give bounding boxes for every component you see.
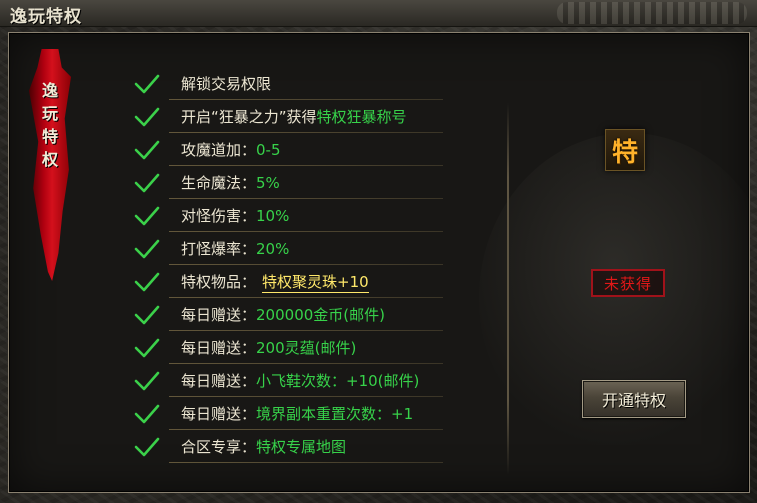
privilege-value: 5%: [256, 173, 280, 192]
privilege-value: 20%: [256, 239, 290, 258]
privilege-row: 攻魔道加： 0-5: [133, 133, 443, 166]
privilege-badge: 特: [605, 129, 645, 171]
privilege-row: 每日赠送： 200灵蕴(邮件): [133, 331, 443, 364]
checkmark-icon: [133, 337, 161, 359]
privilege-row: 对怪伤害： 10%: [133, 199, 443, 232]
privilege-value: 10%: [256, 206, 290, 225]
checkmark-icon: [133, 304, 161, 326]
privilege-value: 200灵蕴(邮件): [256, 339, 357, 357]
privilege-label: 打怪爆率：: [181, 240, 257, 258]
privilege-label: 生命魔法：: [181, 174, 257, 192]
privilege-label: 解锁交易权限: [181, 75, 272, 93]
checkmark-icon: [133, 370, 161, 392]
dragon-ornament: [557, 2, 747, 24]
privilege-row: 每日赠送： 境界副本重置次数：+1: [133, 397, 443, 430]
checkmark-icon: [133, 205, 161, 227]
checkmark-icon: [133, 106, 161, 128]
privilege-label: 每日赠送：: [181, 372, 257, 390]
badge-glyph: 特: [611, 137, 638, 168]
title-bar: 逸玩特权: [0, 0, 757, 27]
privilege-value: 小飞鞋次数：+10(邮件): [256, 372, 420, 390]
privilege-label: 对怪伤害：: [181, 207, 257, 225]
privilege-value: 境界副本重置次数：+1: [256, 405, 414, 423]
privilege-value: 0-5: [256, 140, 281, 159]
checkmark-icon: [133, 139, 161, 161]
checkmark-icon: [133, 73, 161, 95]
privilege-panel: 逸玩特权 解锁交易权限 开启“狂暴之力”获得 特权狂暴称号 攻魔道加： 0-5 生命魔法：…: [8, 32, 750, 493]
privilege-value: 200000金币(邮件): [256, 306, 385, 324]
banner-text: 逸玩特权: [41, 81, 58, 169]
open-privilege-button[interactable]: 开通特权: [582, 380, 686, 418]
privilege-row: 每日赠送： 200000金币(邮件): [133, 298, 443, 331]
privilege-row: 每日赠送： 小飞鞋次数：+10(邮件): [133, 364, 443, 397]
privilege-label: 开启“狂暴之力”获得: [181, 108, 317, 126]
checkmark-icon: [133, 172, 161, 194]
privilege-label: 合区专享：: [181, 438, 257, 456]
privilege-row: 打怪爆率： 20%: [133, 232, 443, 265]
privilege-label: 攻魔道加：: [181, 141, 257, 159]
privilege-row: 特权物品： 特权聚灵珠+10: [133, 265, 443, 298]
privilege-row: 生命魔法： 5%: [133, 166, 443, 199]
privilege-value: 特权专属地图: [256, 438, 347, 456]
status-not-obtained: 未获得: [591, 269, 665, 297]
checkmark-icon: [133, 403, 161, 425]
privilege-label: 每日赠送：: [181, 306, 257, 324]
privilege-value: 特权狂暴称号: [316, 108, 407, 126]
checkmark-icon: [133, 271, 161, 293]
checkmark-icon: [133, 238, 161, 260]
privilege-row: 合区专享： 特权专属地图: [133, 430, 443, 463]
privilege-window: 逸玩特权 逸玩特权 解锁交易权限 开启“狂暴之力”获得 特权狂暴称号 攻魔道加： 0-5…: [0, 0, 757, 503]
privilege-label: 特权物品：: [181, 273, 257, 291]
window-title: 逸玩特权: [10, 7, 82, 27]
privilege-row: 解锁交易权限: [133, 67, 443, 100]
privilege-label: 每日赠送：: [181, 405, 257, 423]
privilege-row: 开启“狂暴之力”获得 特权狂暴称号: [133, 100, 443, 133]
privilege-label: 每日赠送：: [181, 339, 257, 357]
checkmark-icon: [133, 436, 161, 458]
privilege-list: 解锁交易权限 开启“狂暴之力”获得 特权狂暴称号 攻魔道加： 0-5 生命魔法： 5% 对怪伤…: [133, 67, 443, 463]
privilege-item-link[interactable]: 特权聚灵珠+10: [262, 271, 369, 293]
column-divider: [507, 103, 509, 475]
